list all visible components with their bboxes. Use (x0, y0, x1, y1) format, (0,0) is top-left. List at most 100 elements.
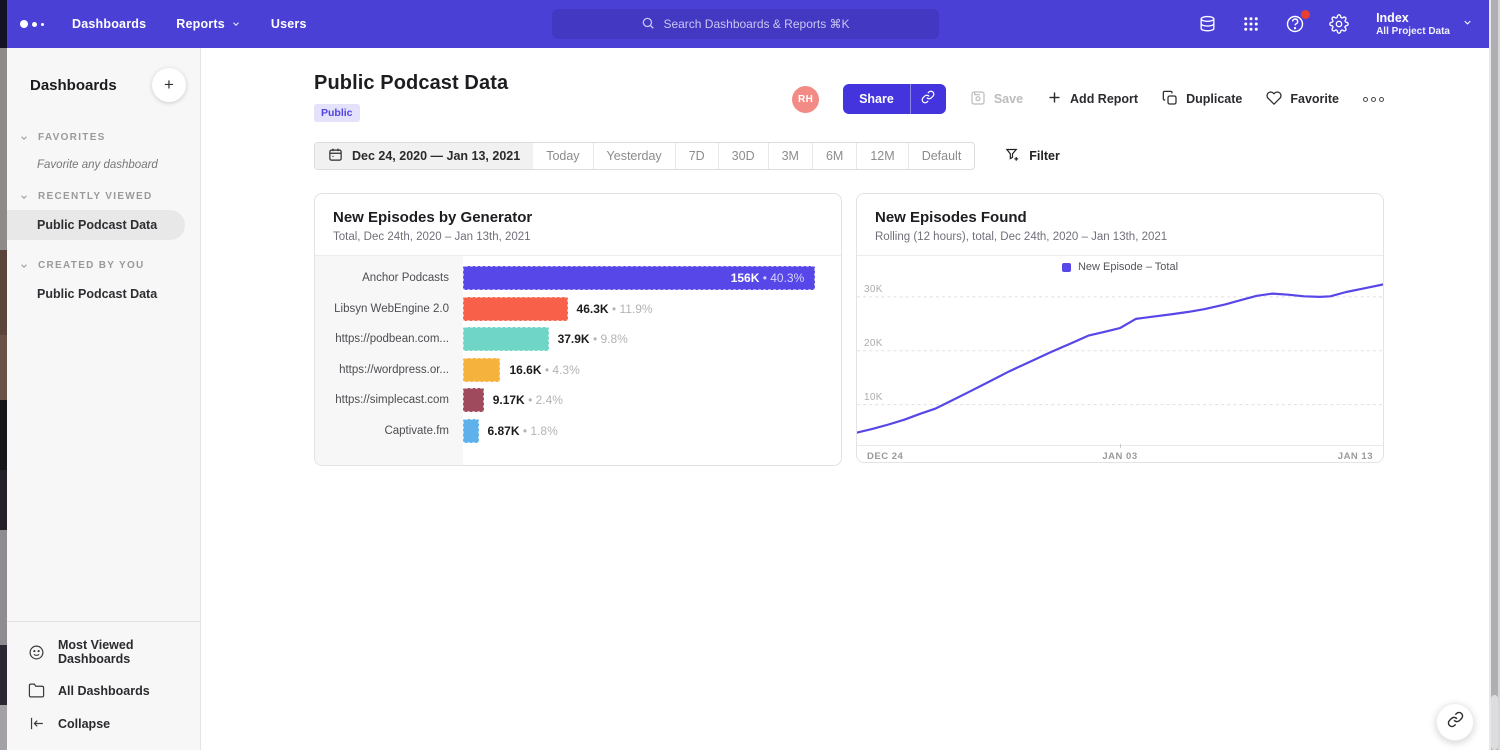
background-scrollbar-thumb[interactable] (1491, 695, 1498, 750)
nav-item-dashboards[interactable]: Dashboards (72, 17, 146, 31)
chart-legend[interactable]: New Episode – Total (857, 256, 1383, 278)
brand-logo-icon[interactable] (20, 20, 44, 28)
preset-12m[interactable]: 12M (856, 143, 907, 169)
add-report-button[interactable]: Add Report (1047, 90, 1138, 108)
sidebar-footer-collapse[interactable]: Collapse (7, 707, 200, 740)
preset-default[interactable]: Default (908, 143, 975, 169)
settings-gear-icon[interactable] (1328, 13, 1350, 35)
header-actions: RH Share (792, 84, 1384, 114)
sidebar-title: Dashboards (30, 77, 117, 94)
preset-today[interactable]: Today (533, 143, 592, 169)
sidebar-section-header-recently-viewed[interactable]: RECENTLY VIEWED (7, 191, 200, 202)
bar-row-https-simplecast-com: https://simplecast.com9.17K • 2.4% (315, 385, 841, 416)
preset-3m[interactable]: 3M (768, 143, 812, 169)
date-presets: TodayYesterday7D30D3M6M12MDefault (533, 143, 974, 169)
duplicate-button[interactable]: Duplicate (1162, 90, 1242, 109)
preset-yesterday[interactable]: Yesterday (593, 143, 675, 169)
bar-row-captivate-fm: Captivate.fm 6.87K • 1.8% (315, 416, 841, 447)
bar-row-libsyn-webengine-2-0: Libsyn WebEngine 2.046.3K • 11.9% (315, 294, 841, 325)
preset-30d[interactable]: 30D (718, 143, 768, 169)
chevron-down-icon (19, 261, 29, 271)
sidebar-empty-hint: Favorite any dashboard (37, 159, 200, 171)
report-card-new-episodes-found: New Episodes Found Rolling (12 hours), t… (856, 193, 1384, 463)
nav-item-label: Reports (176, 17, 225, 31)
floating-copy-link-button[interactable] (1436, 703, 1474, 741)
bar-https-podbean-com (463, 327, 549, 351)
avatar[interactable]: RH (792, 86, 819, 113)
line-series-new-episode-total (857, 285, 1383, 433)
sidebar-item-public-podcast-data[interactable]: Public Podcast Data (7, 210, 185, 240)
background-window-right-edge (1489, 0, 1500, 750)
filter-button[interactable]: Filter (1005, 147, 1060, 165)
report-card-new-episodes-by-generator: New Episodes by Generator Total, Dec 24t… (314, 193, 842, 466)
share-button[interactable]: Share (843, 84, 910, 114)
search-input[interactable]: Search Dashboards & Reports ⌘K (552, 9, 939, 39)
bar-category-label: Anchor Podcasts (315, 272, 463, 284)
date-range-picker[interactable]: Dec 24, 2020 — Jan 13, 2021 (315, 143, 533, 169)
bar-value-label: 16.6K • 4.3% (509, 363, 579, 377)
favorite-button[interactable]: Favorite (1266, 90, 1339, 109)
sidebar-section-header-favorites[interactable]: FAVORITES (7, 132, 200, 143)
calendar-icon (328, 147, 343, 165)
preset-7d[interactable]: 7D (675, 143, 718, 169)
sidebar: Dashboards + FAVORITES Favorite any dashb… (7, 48, 201, 750)
data-sources-icon[interactable] (1196, 13, 1218, 35)
bar-https-wordpress-or (463, 358, 500, 382)
search-icon (641, 16, 655, 33)
x-axis: DEC 24JAN 03JAN 13 (857, 445, 1383, 463)
sidebar-footer-label: Most Viewed Dashboards (58, 638, 190, 666)
bar-percent-label: • 9.8% (590, 332, 628, 346)
sidebar-footer: Most Viewed Dashboards All Dashboards Coll… (7, 621, 200, 750)
sidebar-sections: FAVORITES Favorite any dashboard RECENTLY … (7, 132, 200, 309)
chevron-down-icon (1462, 15, 1473, 33)
bar-category-label: https://wordpress.or... (315, 364, 463, 376)
page-title: Public Podcast Data (314, 72, 508, 95)
copy-link-button[interactable] (910, 84, 946, 114)
add-dashboard-button[interactable]: + (152, 68, 186, 102)
sidebar-footer-all-dashboards[interactable]: All Dashboards (7, 674, 200, 707)
save-button[interactable]: Save (970, 90, 1023, 109)
sidebar-section-label: FAVORITES (38, 132, 106, 143)
bar-percent-label: • 1.8% (520, 424, 558, 438)
card-subtitle: Rolling (12 hours), total, Dec 24th, 202… (875, 231, 1365, 243)
legend-label: New Episode – Total (1078, 261, 1178, 273)
bar-percent-label: • 2.4% (525, 393, 563, 407)
bar-libsyn-webengine-2-0 (463, 297, 568, 321)
card-title: New Episodes Found (875, 209, 1365, 226)
bar-value-label: 6.87K • 1.8% (488, 424, 558, 438)
preset-6m[interactable]: 6M (812, 143, 856, 169)
sidebar-footer-label: Collapse (58, 717, 110, 731)
bar-percent-label: • 11.9% (609, 302, 653, 316)
collapse-icon (28, 715, 45, 732)
apps-grid-icon[interactable] (1240, 13, 1262, 35)
save-icon (970, 90, 986, 109)
sidebar-footer-most-viewed-dashboards[interactable]: Most Viewed Dashboards (7, 630, 200, 674)
screen: Dashboards Reports Users Search Dashboards… (0, 0, 1500, 750)
sidebar-item-public-podcast-data[interactable]: Public Podcast Data (7, 279, 200, 309)
workspace-switcher[interactable]: Index All Project Data (1376, 11, 1473, 38)
chevron-down-icon (231, 19, 241, 29)
nav-item-users[interactable]: Users (271, 17, 307, 31)
date-range-group: Dec 24, 2020 — Jan 13, 2021 TodayYesterd… (314, 142, 975, 170)
workspace-name: Index (1376, 11, 1450, 27)
search-placeholder: Search Dashboards & Reports ⌘K (663, 17, 849, 31)
bar-category-label: Captivate.fm (315, 425, 463, 437)
chevron-down-icon (19, 192, 29, 202)
card-title: New Episodes by Generator (333, 209, 823, 226)
help-icon[interactable] (1284, 13, 1306, 35)
bar-row-https-wordpress-or: https://wordpress.or... 16.6K • 4.3% (315, 355, 841, 386)
line-chart-svg (857, 278, 1383, 445)
sidebar-section-header-created-by-you[interactable]: CREATED BY YOU (7, 260, 200, 271)
filter-funnel-icon (1005, 147, 1020, 165)
more-options-button[interactable] (1363, 97, 1384, 102)
workspace-scope: All Project Data (1376, 26, 1450, 37)
card-subtitle: Total, Dec 24th, 2020 – Jan 13th, 2021 (333, 231, 823, 243)
sidebar-footer-label: All Dashboards (58, 684, 150, 698)
notification-badge (1301, 10, 1310, 19)
duplicate-icon (1162, 90, 1178, 109)
top-navbar: Dashboards Reports Users Search Dashboards… (7, 0, 1489, 48)
x-axis-label-jan-03: JAN 03 (1102, 451, 1137, 462)
bar-percent-label: • 4.3% (542, 363, 580, 377)
nav-item-reports[interactable]: Reports (176, 17, 241, 31)
smiley-icon (28, 644, 45, 661)
